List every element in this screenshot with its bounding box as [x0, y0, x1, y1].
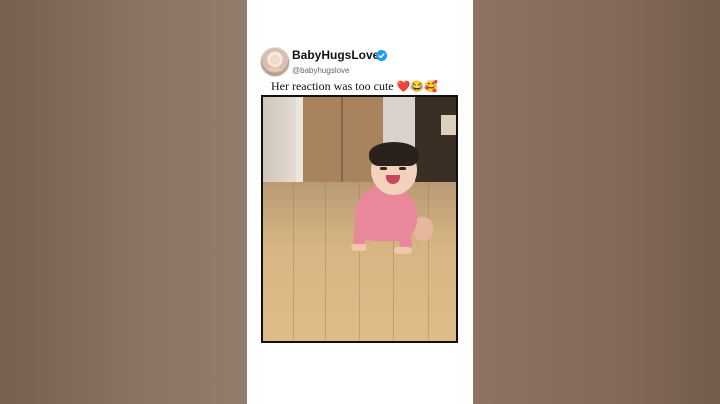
caption-emojis: ❤️😂🥰 — [396, 81, 438, 93]
user-handle[interactable]: @babyhugslove — [292, 66, 350, 75]
blurred-background-right — [473, 0, 720, 404]
username[interactable]: BabyHugsLove — [292, 48, 379, 62]
blurred-background-left — [0, 0, 247, 404]
post-card: BabyHugsLove @babyhugslove Her reaction … — [247, 0, 473, 404]
avatar[interactable] — [260, 47, 290, 77]
avatar-icon — [267, 55, 283, 71]
post-caption: Her reaction was too cute ❤️😂🥰 — [271, 79, 438, 94]
video-frame[interactable] — [261, 95, 458, 343]
verified-badge-icon — [376, 50, 387, 61]
caption-text: Her reaction was too cute — [271, 79, 397, 93]
